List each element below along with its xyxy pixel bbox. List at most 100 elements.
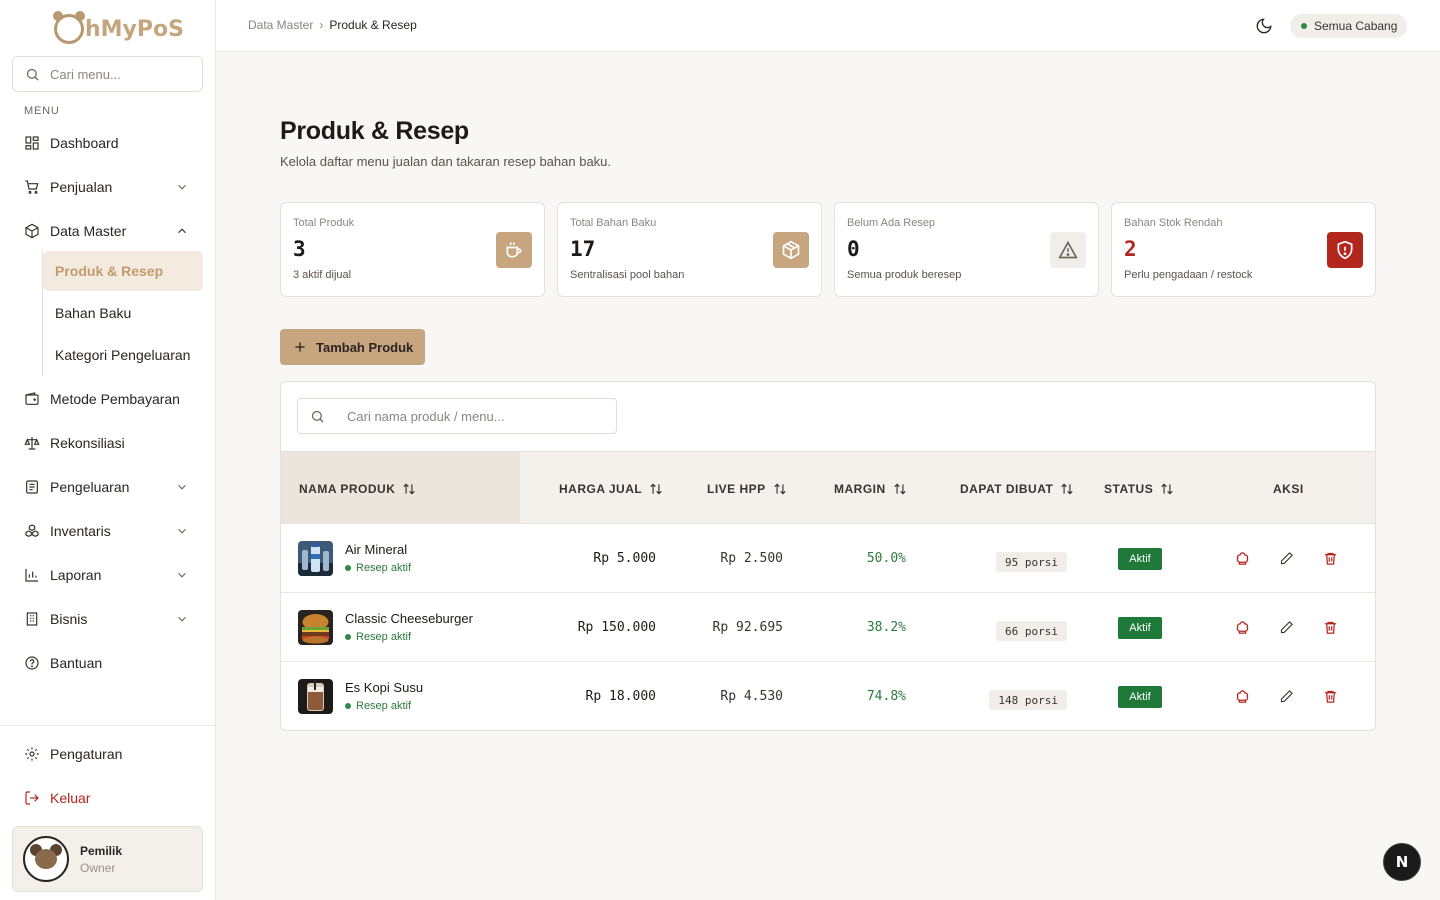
price-cell: Rp 5.000 [593,551,656,566]
sidebar-item-label: Laporan [50,567,102,583]
stat-card-bahan-stok-rendah: Bahan Stok Rendah 2 Perlu pengadaan / re… [1111,202,1376,297]
portions-badge: 66 porsi [996,621,1067,641]
nextjs-devtools-icon[interactable]: N [1383,843,1421,881]
sidebar-item-penjualan[interactable]: Penjualan [12,169,203,205]
products-table-card: Cari nama produk / menu... NAMA PRODUK H… [280,381,1376,731]
trash-icon[interactable] [1321,549,1339,567]
sidebar-subitem-kategori-pengeluaran[interactable]: Kategori Pengeluaran [43,335,203,375]
logout-icon [24,790,40,806]
sidebar-item-bisnis[interactable]: Bisnis [12,601,203,637]
sidebar-item-rekonsiliasi[interactable]: Rekonsiliasi [12,425,203,461]
sidebar-item-label: Dashboard [50,135,119,151]
table-row[interactable]: Es Kopi Susu Resep aktif Rp 18.000 Rp 4.… [281,662,1375,730]
portions-badge: 95 porsi [996,552,1067,572]
recipe-chef-icon[interactable] [1233,687,1251,705]
sidebar-item-label: Pengaturan [50,746,123,762]
app-logo[interactable]: hMyPoS [53,11,184,46]
menu-section-label: MENU [24,105,60,117]
sidebar-item-pengaturan[interactable]: Pengaturan [12,736,203,772]
edit-icon[interactable] [1277,687,1295,705]
sort-icon [650,483,662,495]
add-product-button[interactable]: Tambah Produk [280,329,425,365]
product-name: Classic Cheeseburger [345,611,473,626]
edit-icon[interactable] [1277,549,1295,567]
boxes-icon [24,523,40,539]
stat-card-belum-ada-resep: Belum Ada Resep 0 Semua produk beresep [834,202,1099,297]
chart-icon [24,567,40,583]
product-thumbnail [298,610,333,645]
sidebar-item-pengeluaran[interactable]: Pengeluaran [12,469,203,505]
moon-icon[interactable] [1255,17,1273,35]
stat-value: 17 [570,237,596,261]
table-row[interactable]: Classic Cheeseburger Resep aktif Rp 150.… [281,593,1375,662]
recipe-chef-icon[interactable] [1233,618,1251,636]
plus-icon [295,342,305,352]
sidebar-item-laporan[interactable]: Laporan [12,557,203,593]
trash-icon[interactable] [1321,618,1339,636]
stat-label: Belum Ada Resep [847,217,936,229]
warning-icon [1050,232,1086,268]
sidebar-item-metode-pembayaran[interactable]: Metode Pembayaran [12,381,203,417]
column-header-dapat-dibuat[interactable]: DAPAT DIBUAT [960,482,1074,496]
add-product-label: Tambah Produk [316,339,414,355]
edit-icon[interactable] [1277,618,1295,636]
branch-selector[interactable]: Semua Cabang [1290,14,1408,38]
stat-value: 3 [293,237,306,261]
column-header-live-hpp[interactable]: LIVE HPP [707,482,787,496]
page-title: Produk & Resep [280,117,469,145]
sidebar-item-data-master[interactable]: Data Master [12,213,203,249]
chevron-down-icon [178,484,186,490]
column-header-aksi: AKSI [1273,482,1304,496]
cart-icon [24,179,40,195]
user-profile-card[interactable]: Pemilik Owner [12,826,203,892]
table-row[interactable]: Air Mineral Resep aktif Rp 5.000 Rp 2.50… [281,524,1375,593]
help-icon [24,655,40,671]
sidebar-item-dashboard[interactable]: Dashboard [12,125,203,161]
top-bar: Data Master › Produk & Resep Semua Caban… [216,0,1440,52]
hpp-cell: Rp 4.530 [720,689,783,704]
margin-cell: 74.8% [866,689,906,704]
sort-icon [1061,483,1073,495]
gear-icon [24,746,40,762]
chevron-down-icon [178,528,186,534]
chevron-up-icon [178,228,186,234]
breadcrumb-parent[interactable]: Data Master [248,18,313,32]
sidebar-item-inventaris[interactable]: Inventaris [12,513,203,549]
logout-button[interactable]: Keluar [12,780,203,816]
page-subtitle: Kelola daftar menu jualan dan takaran re… [280,154,612,169]
margin-cell: 50.0% [866,551,906,566]
sidebar-item-label: Penjualan [50,179,113,195]
package-icon [773,232,809,268]
column-header-margin[interactable]: MARGIN [834,482,907,496]
box-icon [24,223,40,239]
chevron-down-icon [178,184,186,190]
dashboard-icon [24,135,40,151]
logo-text: hMyPoS [85,16,184,42]
search-icon [311,410,324,423]
menu-search-input[interactable]: Cari menu... [12,56,203,92]
trash-icon[interactable] [1321,687,1339,705]
stat-label: Total Bahan Baku [570,217,657,229]
breadcrumb-current: Produk & Resep [329,18,417,32]
column-header-nama-produk[interactable]: NAMA PRODUK [299,482,416,496]
product-name: Air Mineral [345,542,408,557]
bear-logo-icon [53,11,85,44]
column-header-harga-jual[interactable]: HARGA JUAL [559,482,663,496]
sidebar-item-label: Rekonsiliasi [50,435,125,451]
sidebar-subitem-produk-resep[interactable]: Produk & Resep [43,251,203,291]
sidebar-item-label: Bantuan [50,655,103,671]
product-search-input[interactable]: Cari nama produk / menu... [297,398,617,434]
recipe-status: Resep aktif [345,562,411,574]
user-name: Pemilik [80,843,123,858]
menu-search-placeholder: Cari menu... [50,66,121,82]
status-badge: Aktif [1118,686,1162,708]
wallet-icon [24,391,40,407]
sidebar-subitem-bahan-baku[interactable]: Bahan Baku [43,293,203,333]
product-thumbnail [298,679,333,714]
chevron-down-icon [178,616,186,622]
recipe-chef-icon[interactable] [1233,549,1251,567]
status-badge: Aktif [1118,548,1162,570]
column-header-status[interactable]: STATUS [1104,482,1174,496]
sidebar-item-bantuan[interactable]: Bantuan [12,645,203,681]
logout-label: Keluar [50,790,91,806]
